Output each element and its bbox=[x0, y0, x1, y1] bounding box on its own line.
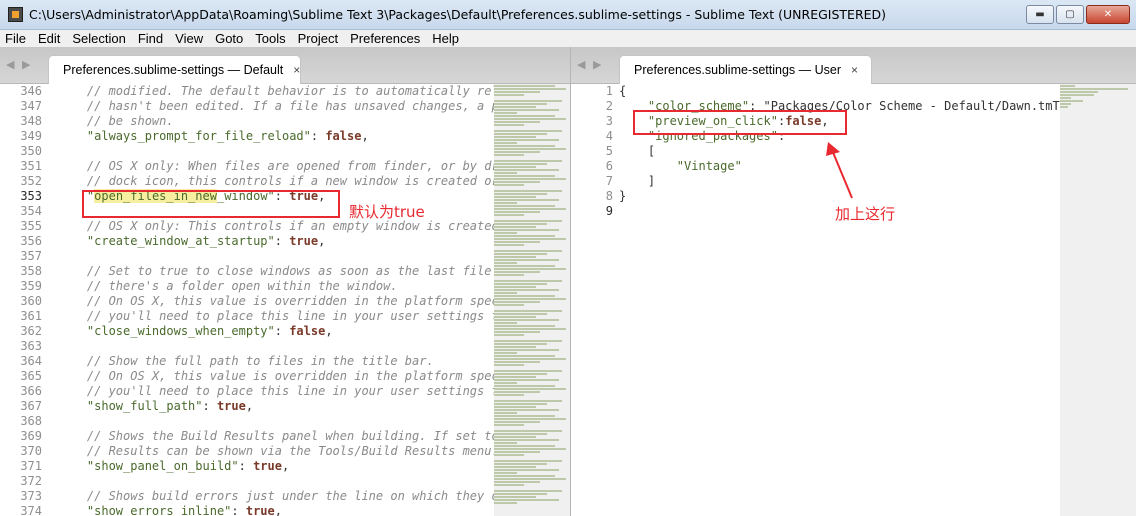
line-number: 353 bbox=[20, 189, 42, 203]
tab-strip: ◀ ▶ Preferences.sublime-settings — User … bbox=[571, 47, 1136, 84]
close-button[interactable]: ✕ bbox=[1086, 5, 1130, 24]
line-number: 351 bbox=[20, 159, 42, 173]
line-number: 348 bbox=[20, 114, 42, 128]
minimap-viewport[interactable] bbox=[494, 84, 570, 516]
menu-view[interactable]: View bbox=[169, 31, 209, 46]
window-title: C:\Users\Administrator\AppData\Roaming\S… bbox=[29, 7, 887, 22]
line-number: 6 bbox=[605, 159, 613, 173]
minimap[interactable] bbox=[1060, 84, 1136, 516]
line-number: 354 bbox=[20, 204, 42, 218]
annotation-text-right: 加上这行 bbox=[835, 205, 896, 223]
line-number: 363 bbox=[20, 339, 42, 353]
line-number: 347 bbox=[20, 99, 42, 113]
line-number: 357 bbox=[20, 249, 42, 263]
minimize-button[interactable]: ▬ bbox=[1026, 5, 1054, 24]
line-number: 365 bbox=[20, 369, 42, 383]
minimap[interactable] bbox=[494, 84, 570, 516]
line-number: 358 bbox=[20, 264, 42, 278]
line-number: 7 bbox=[605, 174, 613, 188]
line-number: 372 bbox=[20, 474, 42, 488]
line-number: 371 bbox=[20, 459, 42, 473]
menu-bar: File Edit Selection Find View Goto Tools Projec… bbox=[0, 30, 1136, 47]
annotation-text-left: 默认为true bbox=[349, 203, 425, 221]
tab-nav-arrows[interactable]: ◀ ▶ bbox=[6, 58, 32, 71]
line-number-gutter: 346 347 348 349 350 351 352 353 354 355 356 357 358 3… bbox=[0, 84, 48, 516]
line-number: 9 bbox=[605, 204, 613, 218]
line-number: 346 bbox=[20, 84, 42, 98]
menu-help[interactable]: Help bbox=[426, 31, 465, 46]
tab-user-settings[interactable]: Preferences.sublime-settings — User × bbox=[619, 55, 872, 84]
line-number: 373 bbox=[20, 489, 42, 503]
tab-close-icon[interactable]: × bbox=[293, 63, 300, 77]
line-number: 360 bbox=[20, 294, 42, 308]
tab-label: Preferences.sublime-settings — Default bbox=[63, 63, 284, 77]
title-bar: C:\Users\Administrator\AppData\Roaming\S… bbox=[0, 0, 1136, 30]
line-number: 370 bbox=[20, 444, 42, 458]
code-editor[interactable]: 346 347 348 349 350 351 352 353 354 355 356 357 358 3… bbox=[0, 84, 570, 516]
editor-pane-default: ◀ ▶ Preferences.sublime-settings — Defau… bbox=[0, 47, 570, 516]
menu-selection[interactable]: Selection bbox=[66, 31, 131, 46]
sublime-app-icon[interactable] bbox=[8, 7, 23, 22]
line-number-gutter: 123456789 bbox=[571, 84, 619, 516]
line-number: 1 bbox=[605, 84, 613, 98]
menu-goto[interactable]: Goto bbox=[209, 31, 249, 46]
maximize-button[interactable]: ▢ bbox=[1056, 5, 1084, 24]
menu-find[interactable]: Find bbox=[132, 31, 169, 46]
tab-default-settings[interactable]: Preferences.sublime-settings — Default × bbox=[48, 55, 301, 84]
line-number: 356 bbox=[20, 234, 42, 248]
window-controls: ▬ ▢ ✕ bbox=[1026, 5, 1130, 24]
menu-project[interactable]: Project bbox=[292, 31, 344, 46]
line-number: 3 bbox=[605, 114, 613, 128]
line-number: 352 bbox=[20, 174, 42, 188]
line-number: 362 bbox=[20, 324, 42, 338]
tab-label: Preferences.sublime-settings — User bbox=[634, 63, 842, 77]
line-number: 350 bbox=[20, 144, 42, 158]
tab-close-icon[interactable]: × bbox=[851, 63, 858, 77]
line-number: 367 bbox=[20, 399, 42, 413]
line-number: 2 bbox=[605, 99, 613, 113]
line-number: 374 bbox=[20, 504, 42, 516]
line-number: 5 bbox=[605, 144, 613, 158]
annotation-box-left bbox=[82, 190, 340, 218]
line-number: 369 bbox=[20, 429, 42, 443]
menu-tools[interactable]: Tools bbox=[249, 31, 291, 46]
code-line[interactable]: { bbox=[619, 84, 1060, 99]
menu-file[interactable]: File bbox=[0, 31, 32, 46]
tab-strip: ◀ ▶ Preferences.sublime-settings — Defau… bbox=[0, 47, 570, 84]
minimap-viewport[interactable] bbox=[1060, 84, 1136, 516]
line-number: 368 bbox=[20, 414, 42, 428]
menu-preferences[interactable]: Preferences bbox=[344, 31, 426, 46]
line-number: 366 bbox=[20, 384, 42, 398]
line-number: 364 bbox=[20, 354, 42, 368]
annotation-box-right bbox=[633, 110, 847, 135]
tab-nav-arrows[interactable]: ◀ ▶ bbox=[577, 58, 603, 71]
line-number: 359 bbox=[20, 279, 42, 293]
annotation-arrow-icon bbox=[826, 142, 853, 199]
line-number: 4 bbox=[605, 129, 613, 143]
line-number: 361 bbox=[20, 309, 42, 323]
line-number: 349 bbox=[20, 129, 42, 143]
menu-edit[interactable]: Edit bbox=[32, 31, 66, 46]
line-number: 8 bbox=[605, 189, 613, 203]
line-number: 355 bbox=[20, 219, 42, 233]
